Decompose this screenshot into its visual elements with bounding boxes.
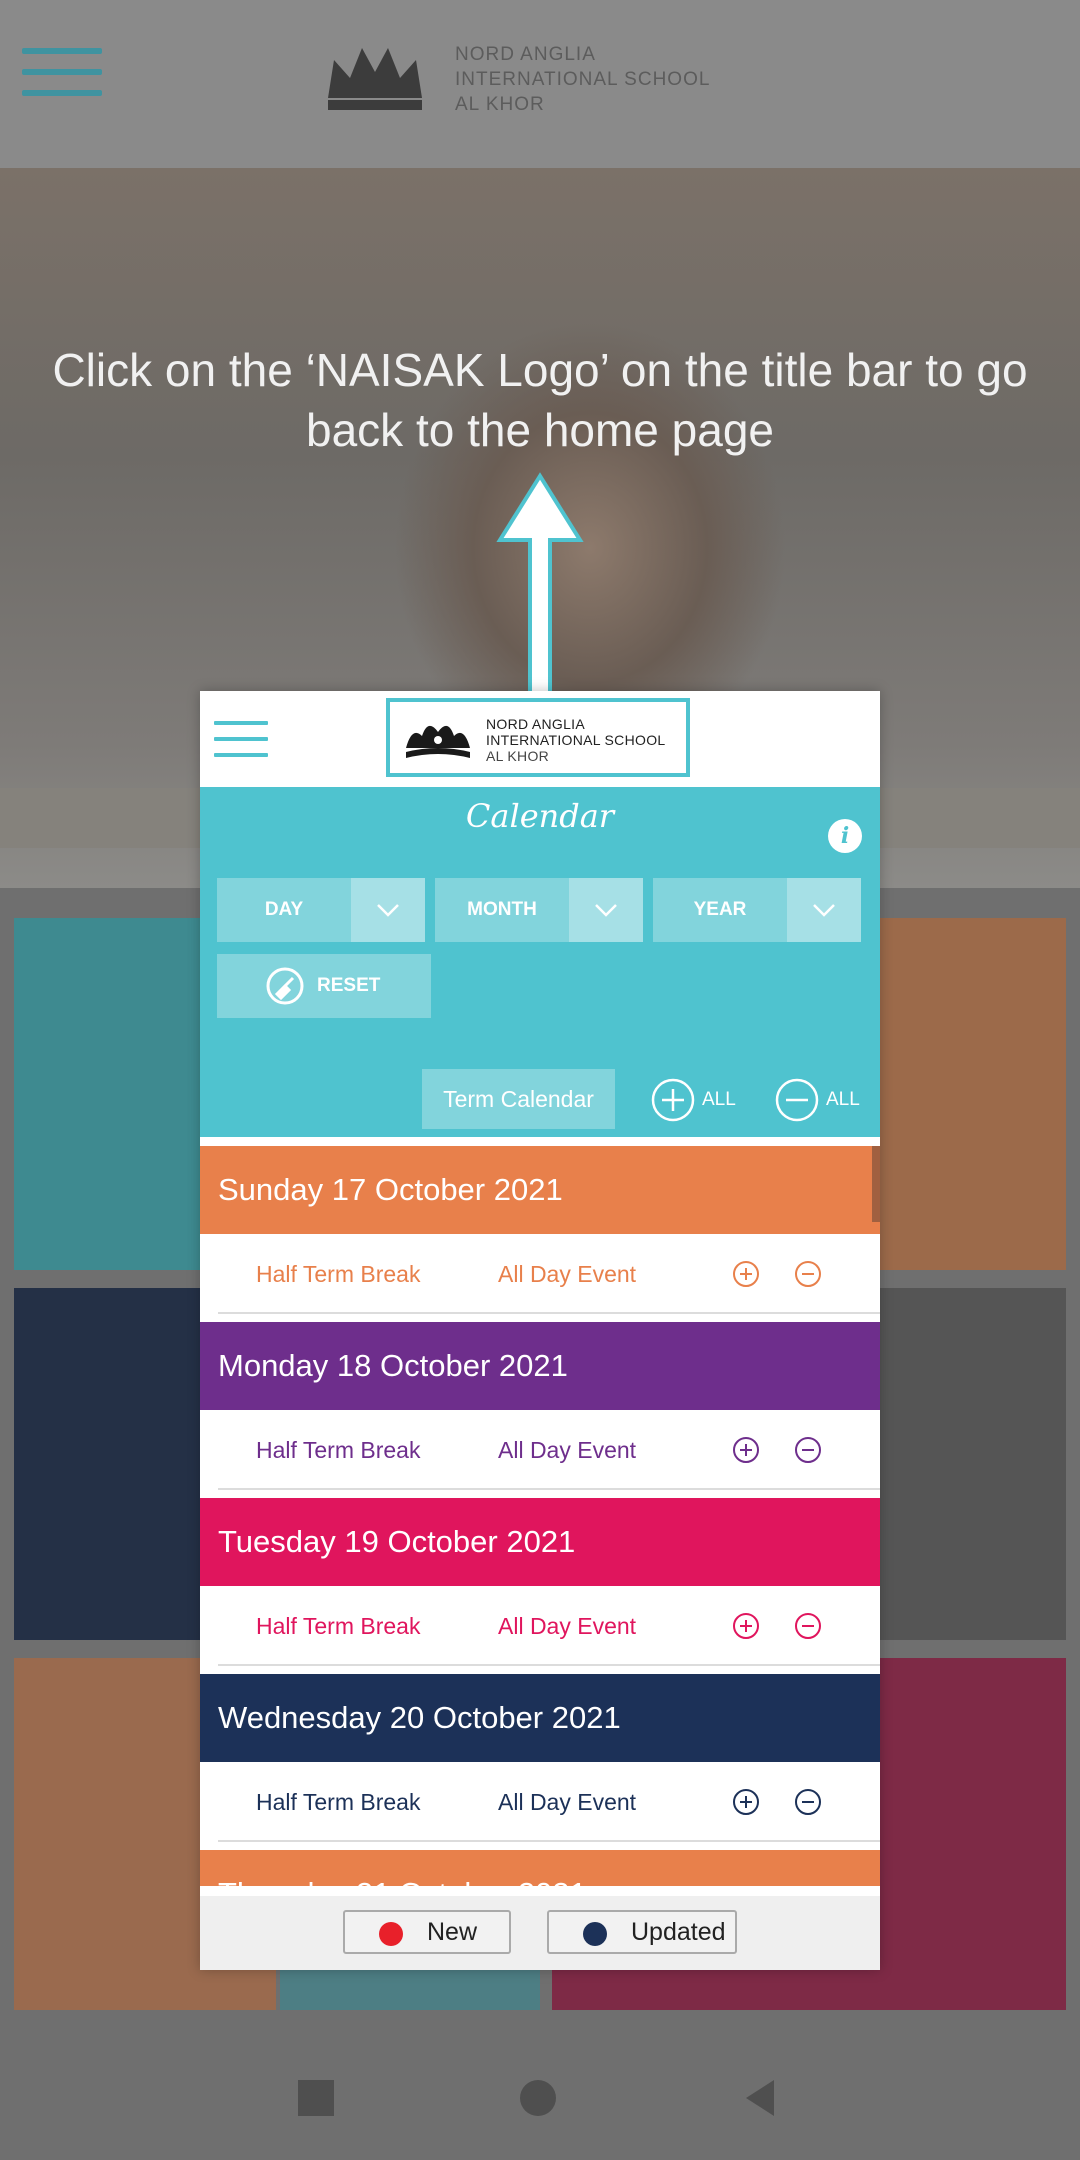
day-select-label: DAY	[264, 899, 304, 920]
tutorial-arrow-icon	[496, 472, 584, 700]
chevron-down-icon	[377, 904, 399, 917]
chevron-down-icon	[813, 904, 835, 917]
chevron-down-icon	[595, 904, 617, 917]
legend-bar: New Updated	[200, 1896, 880, 1970]
day-header[interactable]: Monday 18 October 2021	[200, 1322, 880, 1410]
event-type: All Day Event	[498, 1613, 637, 1639]
tutorial-hint-text: Click on the ‘NAISAK Logo’ on the title …	[52, 344, 1028, 456]
expand-all-button[interactable]: ALL	[650, 1077, 736, 1123]
recent-apps-icon	[298, 2080, 334, 2116]
day-date: Monday 18 October 2021	[218, 1348, 568, 1383]
reset-label: RESET	[317, 975, 381, 996]
updated-dot-icon	[583, 1922, 607, 1946]
day-header[interactable]: Wednesday 20 October 2021	[200, 1674, 880, 1762]
background-logo: NORD ANGLIA INTERNATIONAL SCHOOL AL KHOR	[320, 38, 760, 118]
background-logo-line: AL KHOR	[455, 94, 545, 115]
year-select[interactable]: YEAR	[653, 878, 861, 942]
logo-line: AL KHOR	[486, 748, 550, 764]
minus-circle-icon	[775, 1078, 819, 1122]
list-item[interactable]: Half Term Break All Day Event	[218, 1586, 880, 1666]
event-type: All Day Event	[498, 1789, 637, 1815]
scrollbar[interactable]	[872, 1146, 880, 1222]
new-dot-icon	[379, 1922, 403, 1946]
event-list: Sunday 17 October 2021 Half Term Break A…	[200, 1146, 880, 1886]
day-date: Thursday 21 October 2021	[218, 1876, 587, 1886]
term-calendar-button[interactable]: Term Calendar	[422, 1069, 615, 1129]
reset-button[interactable]: RESET	[217, 954, 431, 1018]
day-header[interactable]: Sunday 17 October 2021	[200, 1146, 880, 1234]
event-name: Half Term Break	[256, 1613, 421, 1639]
event-type: All Day Event	[498, 1261, 637, 1287]
collapse-all-button[interactable]: ALL	[774, 1077, 860, 1123]
app-preview-card: NORD ANGLIA INTERNATIONAL SCHOOL AL KHOR…	[200, 691, 880, 1970]
legend-updated: Updated	[547, 1910, 737, 1954]
remove-event-icon[interactable]	[794, 1612, 822, 1640]
background-logo-line: INTERNATIONAL SCHOOL	[455, 69, 711, 90]
background-logo-line: NORD ANGLIA	[455, 44, 596, 65]
day-header[interactable]: Tuesday 19 October 2021	[200, 1498, 880, 1586]
legend-new: New	[343, 1910, 511, 1954]
list-item[interactable]: Half Term Break All Day Event	[218, 1762, 880, 1842]
school-logo-button[interactable]: NORD ANGLIA INTERNATIONAL SCHOOL AL KHOR	[386, 698, 690, 777]
year-select-label: YEAR	[693, 899, 747, 920]
hamburger-menu-icon[interactable]	[214, 721, 268, 757]
day-date: Tuesday 19 October 2021	[218, 1524, 576, 1559]
logo-line: INTERNATIONAL SCHOOL	[486, 732, 666, 748]
event-name: Half Term Break	[256, 1789, 421, 1815]
month-select[interactable]: MONTH	[435, 878, 643, 942]
remove-event-icon[interactable]	[794, 1436, 822, 1464]
home-icon	[520, 2080, 556, 2116]
calendar-title: Calendar	[465, 797, 615, 835]
expand-all-label: ALL	[702, 1089, 736, 1110]
add-event-icon[interactable]	[732, 1260, 760, 1288]
add-event-icon[interactable]	[732, 1788, 760, 1816]
background-header: NORD ANGLIA INTERNATIONAL SCHOOL AL KHOR	[0, 0, 1080, 168]
background-menu-icon	[22, 48, 102, 108]
day-header[interactable]: Thursday 21 October 2021	[200, 1850, 880, 1886]
background-tile	[880, 918, 1066, 1270]
event-type: All Day Event	[498, 1437, 637, 1463]
day-date: Sunday 17 October 2021	[218, 1172, 563, 1207]
crown-icon	[406, 725, 470, 758]
add-event-icon[interactable]	[732, 1436, 760, 1464]
info-icon[interactable]: i	[828, 819, 862, 853]
legend-new-label: New	[427, 1918, 478, 1946]
remove-event-icon[interactable]	[794, 1788, 822, 1816]
remove-event-icon[interactable]	[794, 1260, 822, 1288]
day-date: Wednesday 20 October 2021	[218, 1700, 621, 1735]
list-item[interactable]: Half Term Break All Day Event	[218, 1410, 880, 1490]
event-name: Half Term Break	[256, 1261, 421, 1287]
month-select-label: MONTH	[467, 899, 537, 920]
crown-icon	[328, 48, 422, 110]
day-select[interactable]: DAY	[217, 878, 425, 942]
back-icon	[746, 2080, 774, 2116]
list-item[interactable]: Half Term Break All Day Event	[218, 1234, 880, 1314]
collapse-all-label: ALL	[826, 1089, 860, 1110]
calendar-filter-panel: Calendar i DAY MONTH YEAR RESET Term Cal…	[200, 787, 880, 1137]
event-name: Half Term Break	[256, 1437, 421, 1463]
plus-circle-icon	[651, 1078, 695, 1122]
legend-updated-label: Updated	[631, 1918, 726, 1946]
add-event-icon[interactable]	[732, 1612, 760, 1640]
background-tile	[880, 1288, 1066, 1640]
logo-line: NORD ANGLIA	[486, 716, 585, 732]
broom-icon	[266, 967, 304, 1005]
title-bar: NORD ANGLIA INTERNATIONAL SCHOOL AL KHOR	[200, 691, 880, 787]
